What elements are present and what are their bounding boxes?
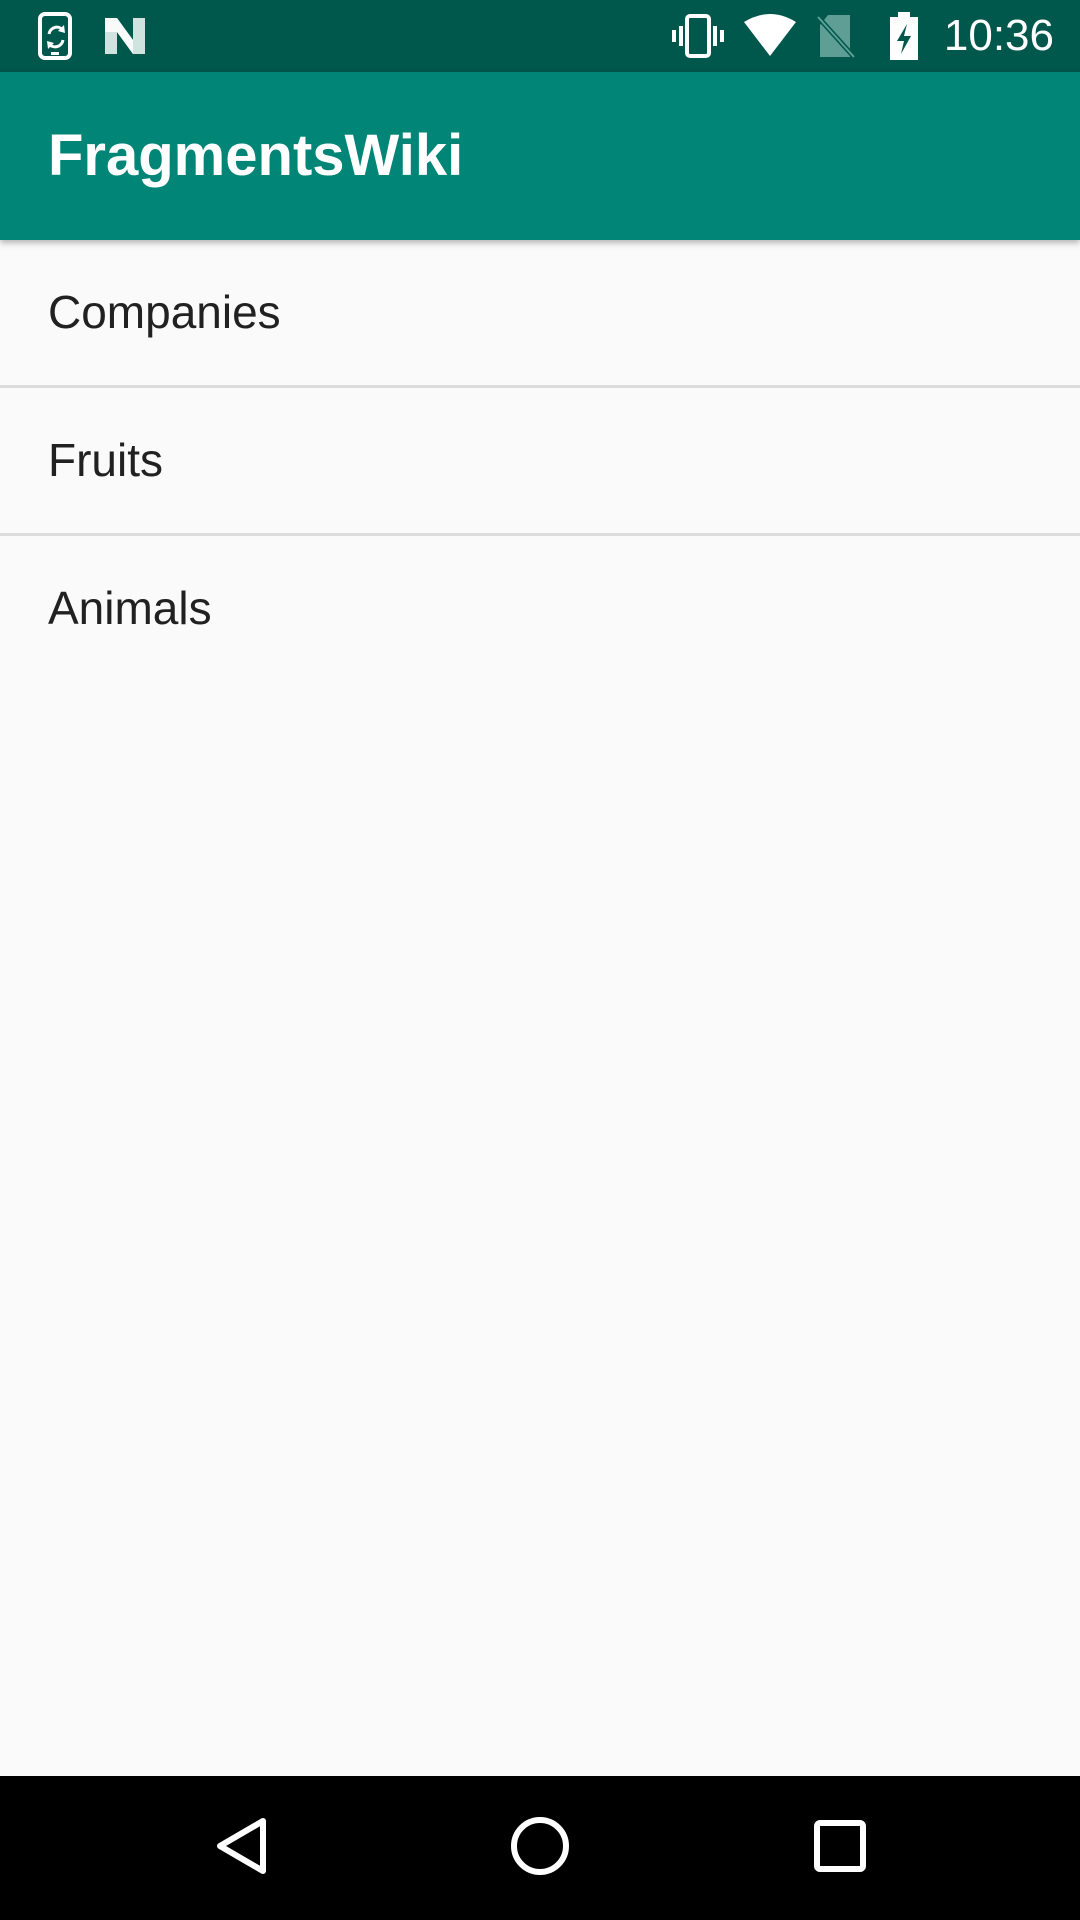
category-list: Companies Fruits Animals (0, 240, 1080, 681)
list-item-label: Fruits (48, 434, 163, 486)
vibrate-icon (670, 0, 726, 72)
recents-button[interactable] (768, 1776, 912, 1920)
home-button[interactable] (468, 1776, 612, 1920)
n-logo-icon (102, 0, 148, 72)
app-bar: FragmentsWiki (0, 72, 1080, 240)
home-icon (510, 1816, 570, 1881)
screen: 10:36 FragmentsWiki Companies Fruits Ani… (0, 0, 1080, 1920)
list-item-fruits[interactable]: Fruits (0, 388, 1080, 536)
app-title: FragmentsWiki (48, 123, 464, 188)
phone-sync-icon (36, 0, 76, 72)
navigation-bar (0, 1776, 1080, 1920)
back-icon (215, 1817, 269, 1880)
recents-icon (814, 1819, 866, 1877)
list-item-label: Animals (48, 582, 212, 634)
list-item-companies[interactable]: Companies (0, 240, 1080, 388)
list-item-animals[interactable]: Animals (0, 536, 1080, 681)
no-sim-icon (814, 0, 858, 72)
status-time: 10:36 (943, 11, 1054, 60)
battery-charging-icon (884, 0, 924, 72)
wifi-icon (742, 0, 798, 72)
status-bar: 10:36 (0, 0, 1080, 72)
list-item-label: Companies (48, 286, 281, 338)
back-button[interactable] (170, 1776, 314, 1920)
